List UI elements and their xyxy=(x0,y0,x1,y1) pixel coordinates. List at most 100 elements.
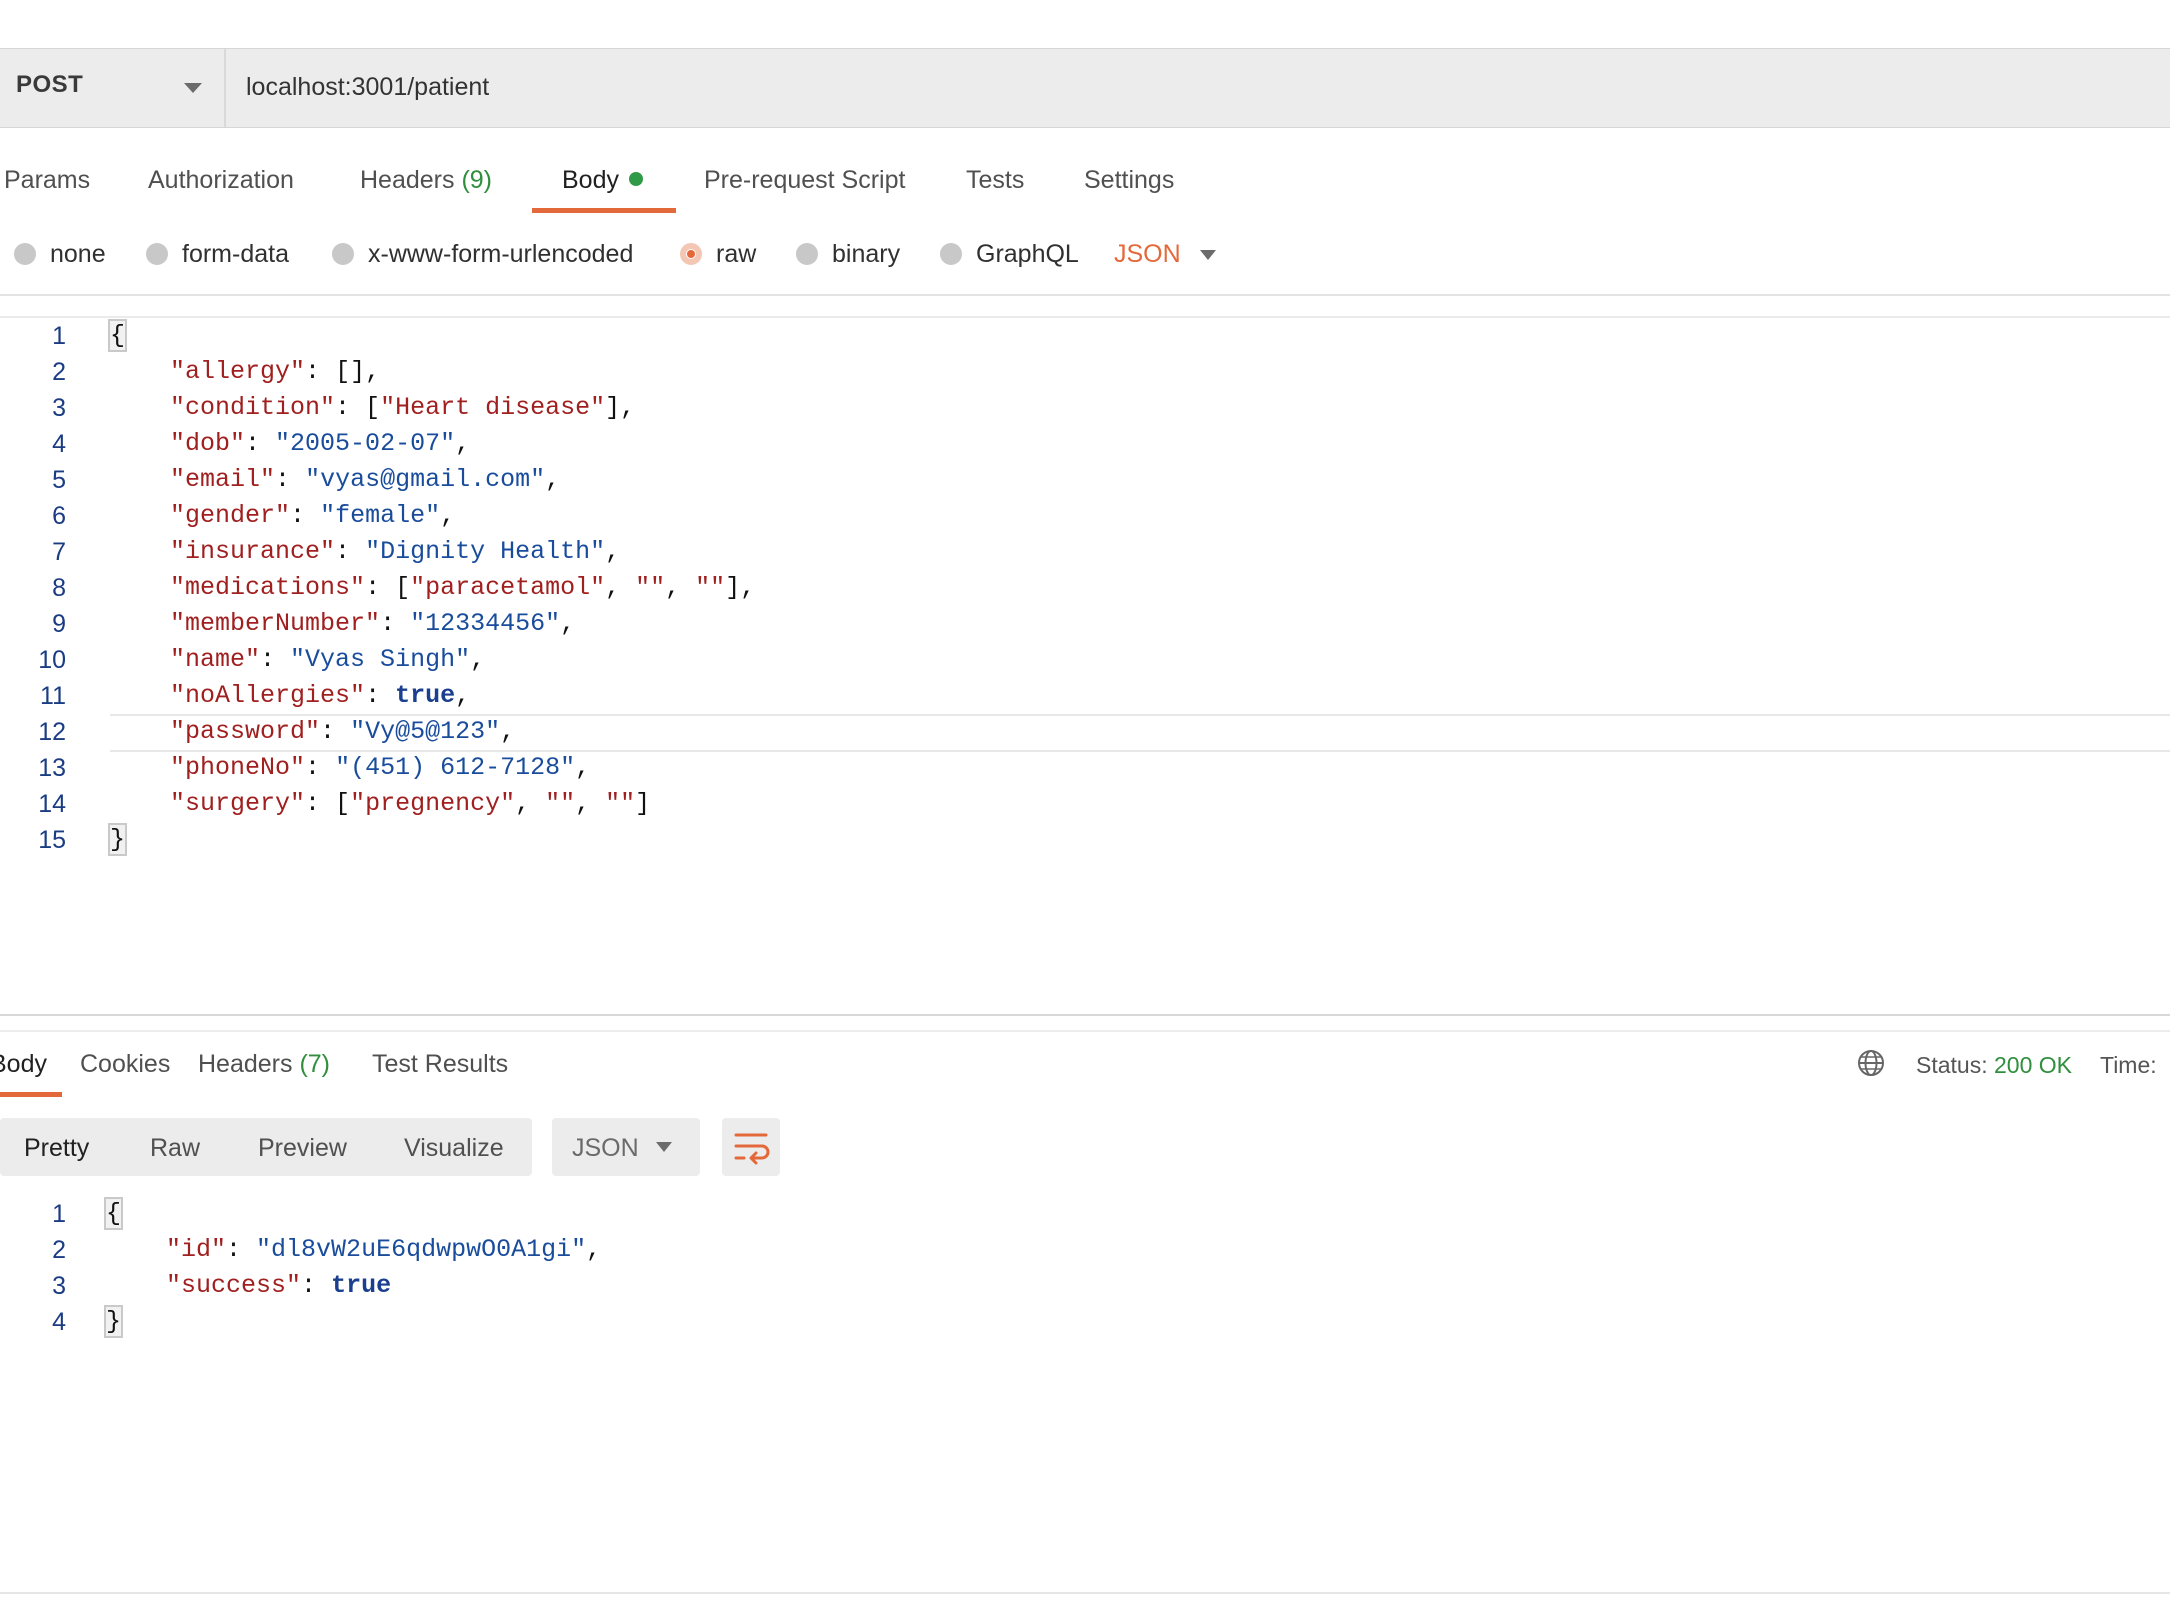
json-value: "Vyas Singh" xyxy=(290,645,471,674)
response-tab-test-results[interactable]: Test Results xyxy=(372,1050,508,1079)
response-line-numbers: 1 2 3 4 xyxy=(0,1196,66,1340)
radio-on-icon xyxy=(680,243,702,265)
headers-count-badge: (9) xyxy=(461,166,493,194)
json-value: "Vy@5@123" xyxy=(350,717,501,746)
line-number: 2 xyxy=(52,1236,66,1264)
response-tab-cookies[interactable]: Cookies xyxy=(80,1050,170,1079)
method-select[interactable]: POST xyxy=(0,49,226,127)
radio-raw[interactable]: raw xyxy=(680,240,756,269)
divider xyxy=(0,294,2170,296)
json-key: "noAllergies" xyxy=(170,681,366,710)
response-body-viewer[interactable]: { "id": "dl8vW2uE6qdwpwO0A1gi", "success… xyxy=(103,1196,601,1340)
json-value: "" xyxy=(635,573,666,602)
json-key: "id" xyxy=(166,1235,227,1264)
wrap-lines-button[interactable] xyxy=(722,1118,780,1176)
radio-none[interactable]: none xyxy=(14,240,106,269)
active-tab-indicator xyxy=(0,1092,62,1097)
status-value: 200 OK xyxy=(1994,1052,2072,1078)
line-number: 1 xyxy=(52,1200,66,1228)
json-value: true xyxy=(331,1271,392,1300)
time-label: Time: xyxy=(2100,1052,2157,1078)
tab-authorization[interactable]: Authorization xyxy=(148,166,294,195)
radio-off-icon xyxy=(940,243,962,265)
chevron-down-icon[interactable] xyxy=(1200,250,1216,260)
line-number: 14 xyxy=(38,790,66,818)
tab-prerequest-script[interactable]: Pre-request Script xyxy=(704,166,905,195)
json-key: "email" xyxy=(170,465,276,494)
line-number: 3 xyxy=(52,394,66,422)
active-tab-indicator xyxy=(532,208,676,213)
json-key: "surgery" xyxy=(170,789,306,818)
status-label: Status: xyxy=(1916,1052,1988,1078)
json-value: "pregnency" xyxy=(350,789,516,818)
line-number: 3 xyxy=(52,1272,66,1300)
view-visualize[interactable]: Visualize xyxy=(404,1134,504,1163)
json-key: "condition" xyxy=(170,393,336,422)
globe-icon[interactable] xyxy=(1856,1048,1886,1078)
json-value: "female" xyxy=(320,501,441,530)
line-number: 15 xyxy=(38,826,66,854)
json-key: "success" xyxy=(166,1271,302,1300)
json-key: "password" xyxy=(170,717,321,746)
json-value: "2005-02-07" xyxy=(275,429,456,458)
method-label: POST xyxy=(16,71,84,98)
line-number: 12 xyxy=(38,718,66,746)
line-number: 9 xyxy=(52,610,66,638)
json-value: "paracetamol" xyxy=(410,573,606,602)
request-line-numbers: 1 2 3 4 5 6 7 8 9 10 11 12 13 14 15 xyxy=(0,318,66,858)
radio-off-icon xyxy=(332,243,354,265)
radio-binary[interactable]: binary xyxy=(796,240,900,269)
response-tab-headers-label: Headers xyxy=(198,1050,293,1078)
radio-binary-label: binary xyxy=(832,240,901,268)
response-tab-headers[interactable]: Headers (7) xyxy=(198,1050,330,1079)
line-number: 6 xyxy=(52,502,66,530)
tab-body[interactable]: Body xyxy=(562,166,643,195)
view-preview[interactable]: Preview xyxy=(258,1134,347,1163)
json-value: "dl8vW2uE6qdwpwO0A1gi" xyxy=(256,1235,587,1264)
radio-graphql[interactable]: GraphQL xyxy=(940,240,1079,269)
json-value: "Dignity Health" xyxy=(365,537,606,566)
tab-headers[interactable]: Headers (9) xyxy=(360,166,492,195)
radio-off-icon xyxy=(14,243,36,265)
line-number: 10 xyxy=(38,646,66,674)
json-key: "insurance" xyxy=(170,537,336,566)
radio-none-label: none xyxy=(50,240,106,268)
chevron-down-icon xyxy=(184,83,202,93)
view-pretty[interactable]: Pretty xyxy=(24,1134,89,1163)
json-value: "" xyxy=(545,789,576,818)
request-body-editor[interactable]: { "allergy": [], "condition": ["Heart di… xyxy=(107,318,755,858)
json-key: "dob" xyxy=(170,429,246,458)
tab-params[interactable]: Params xyxy=(4,166,90,195)
json-key: "name" xyxy=(170,645,261,674)
chevron-down-icon xyxy=(656,1142,672,1152)
status-indicator: Status: 200 OK Time: xyxy=(1916,1052,2157,1079)
json-key: "gender" xyxy=(170,501,291,530)
json-value: "12334456" xyxy=(410,609,561,638)
radio-off-icon xyxy=(146,243,168,265)
wrap-lines-icon xyxy=(734,1133,770,1165)
line-number: 4 xyxy=(52,430,66,458)
radio-urlencoded[interactable]: x-www-form-urlencoded xyxy=(332,240,633,269)
radio-form-data[interactable]: form-data xyxy=(146,240,289,269)
json-key: "medications" xyxy=(170,573,366,602)
json-key: "memberNumber" xyxy=(170,609,381,638)
line-number: 13 xyxy=(38,754,66,782)
line-number: 11 xyxy=(40,682,66,710)
divider xyxy=(0,1030,2170,1032)
view-raw[interactable]: Raw xyxy=(150,1134,200,1163)
pane-resize-handle[interactable] xyxy=(0,1014,2170,1016)
body-language-select[interactable]: JSON xyxy=(1114,240,1181,269)
url-input[interactable] xyxy=(246,67,2126,107)
tab-tests[interactable]: Tests xyxy=(966,166,1024,195)
line-number: 4 xyxy=(52,1308,66,1336)
json-key: "allergy" xyxy=(170,357,306,386)
response-tab-body[interactable]: Body xyxy=(0,1050,47,1079)
json-value: "" xyxy=(695,573,726,602)
tab-headers-label: Headers xyxy=(360,166,455,194)
radio-graphql-label: GraphQL xyxy=(976,240,1079,268)
json-value: "" xyxy=(605,789,636,818)
json-value: "(451) 612-7128" xyxy=(335,753,576,782)
tab-settings[interactable]: Settings xyxy=(1084,166,1174,195)
tab-body-label: Body xyxy=(562,166,619,194)
modified-dot-icon xyxy=(628,172,643,186)
